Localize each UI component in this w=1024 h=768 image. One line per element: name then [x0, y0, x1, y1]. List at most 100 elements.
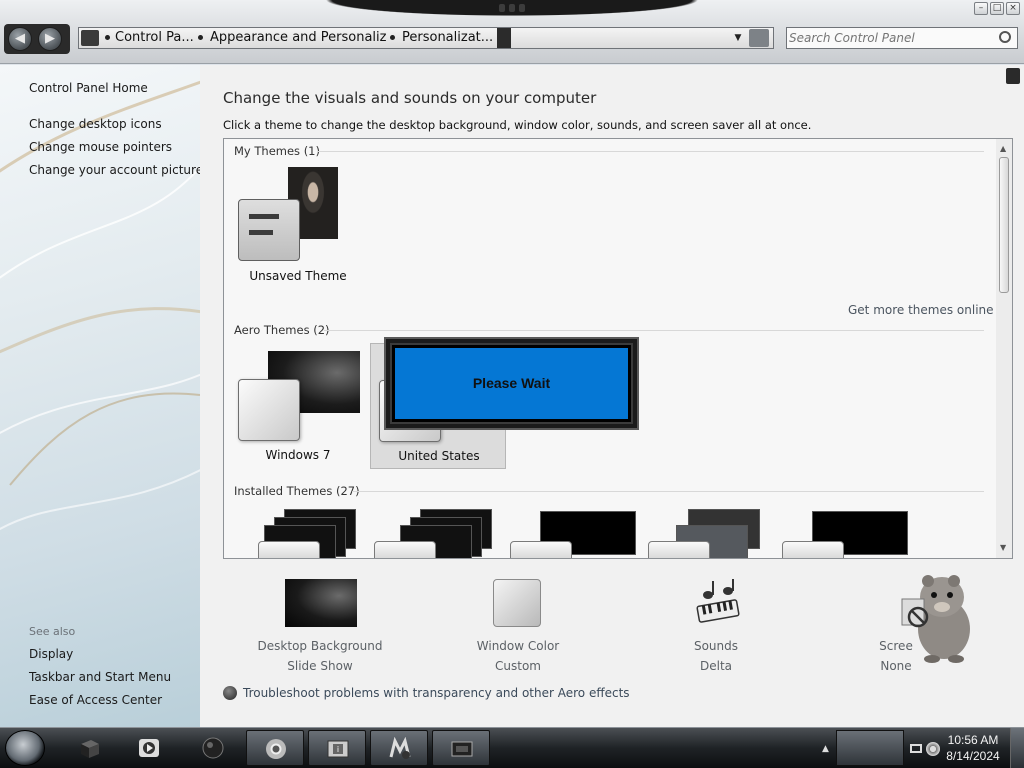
back-button[interactable]: ◀	[8, 27, 32, 51]
desktop-background-label: Desktop Background	[257, 639, 383, 653]
address-bar[interactable]: Control Pa... Appearance and Personaliz.…	[78, 27, 774, 49]
theme-name-united-states: United States	[398, 449, 480, 463]
please-wait-dialog: Please Wait	[384, 337, 639, 430]
installed-theme-tile[interactable]	[510, 509, 636, 558]
breadcrumb-appearance[interactable]: Appearance and Personaliz...	[210, 28, 386, 48]
title-bar-ornament-dots	[495, 4, 529, 14]
theme-name-windows-7: Windows 7	[265, 448, 331, 462]
taskbar-control-panel-button[interactable]	[432, 730, 490, 766]
control-panel-icon	[81, 30, 99, 46]
forward-button[interactable]: ▶	[38, 27, 62, 51]
breadcrumb-separator-icon[interactable]	[390, 35, 395, 40]
please-wait-panel: Please Wait	[390, 343, 633, 424]
group-header-installed-themes: Installed Themes (27)	[234, 484, 360, 498]
scroll-up-button[interactable]: ▲	[1000, 144, 1006, 153]
window-color-value: Custom	[495, 659, 541, 673]
group-header-my-themes: My Themes (1)	[234, 144, 320, 158]
breadcrumb-control-panel[interactable]: Control Pa...	[115, 28, 195, 48]
group-divider	[324, 330, 984, 331]
breadcrumb-separator-icon[interactable]	[198, 35, 203, 40]
screen-saver-setting[interactable]: Scree None	[836, 575, 1016, 675]
desktop-background-setting[interactable]: Desktop Background Slide Show	[250, 575, 390, 675]
sounds-music-icon	[696, 579, 740, 623]
svg-text:i: i	[337, 745, 339, 754]
installed-theme-tile[interactable]	[374, 509, 492, 558]
taskbar-app-button[interactable]: i	[308, 730, 366, 766]
please-wait-message: Please Wait	[472, 375, 551, 391]
browser-icon	[266, 739, 286, 759]
help-icon[interactable]	[1006, 68, 1020, 84]
address-dropdown-button[interactable]: ▼	[731, 30, 745, 46]
show-desktop-button[interactable]	[1010, 728, 1024, 768]
taskbar-app-button[interactable]	[370, 730, 428, 766]
window-preview-icon	[238, 379, 300, 441]
minimize-button[interactable]: –	[974, 2, 988, 15]
installed-theme-tile[interactable]	[244, 509, 356, 558]
desktop-background-thumbnail	[285, 579, 357, 627]
installed-theme-tile[interactable]	[648, 509, 760, 558]
app-orb-icon	[202, 737, 224, 759]
system-tray: ▲	[818, 730, 944, 766]
taskbar: i ▲ 10:56 AM 8/14/2024	[0, 727, 1024, 768]
theme-tile-unsaved[interactable]: Unsaved Theme	[230, 161, 366, 287]
scroll-down-button[interactable]: ▼	[1000, 543, 1006, 552]
sounds-setting[interactable]: Sounds Delta	[646, 575, 786, 675]
breadcrumb-personalization[interactable]: Personalizat...	[402, 28, 494, 48]
search-icon[interactable]	[999, 31, 1011, 43]
nav-control-panel-home[interactable]: Control Panel Home	[29, 81, 148, 95]
search-box[interactable]	[786, 27, 1018, 49]
navigation-buttons: ◀ ▶	[4, 24, 70, 54]
taskbar-browser-button[interactable]	[246, 730, 304, 766]
theme-list-scrollbar[interactable]: ▲ ▼	[996, 139, 1012, 558]
window-color-swatch	[493, 579, 541, 627]
control-panel-icon	[451, 741, 473, 757]
scroll-thumb[interactable]	[999, 157, 1009, 293]
clock-time: 10:56 AM	[947, 733, 999, 747]
taskbar-app-button[interactable]	[120, 730, 178, 766]
group-divider	[318, 151, 984, 152]
close-button[interactable]: ×	[1006, 2, 1020, 15]
troubleshoot-link-text[interactable]: Troubleshoot problems with transparency …	[243, 686, 630, 700]
troubleshoot-aero-link[interactable]: Troubleshoot problems with transparency …	[223, 686, 630, 700]
breadcrumb-end-marker	[497, 28, 511, 48]
window-color-label: Window Color	[476, 639, 560, 653]
navigation-pane: Control Panel Home Change desktop icons …	[0, 65, 200, 727]
app-cube-icon	[81, 740, 99, 758]
page-instructions: Click a theme to change the desktop back…	[223, 118, 812, 132]
search-input[interactable]	[789, 29, 995, 47]
window-color-setting[interactable]: Window Color Custom	[448, 575, 588, 675]
group-header-aero-themes: Aero Themes (2)	[234, 323, 330, 337]
desktop-background-value: Slide Show	[287, 659, 353, 673]
taskbar-clock[interactable]: 10:56 AM 8/14/2024	[944, 732, 1002, 764]
hamster-mascot-icon	[901, 575, 970, 663]
installed-theme-tile[interactable]	[782, 509, 908, 558]
troubleshoot-icon	[223, 686, 237, 700]
nav-change-mouse-pointers[interactable]: Change mouse pointers	[29, 140, 172, 154]
sounds-label: Sounds	[693, 639, 739, 653]
theme-tile-windows-7[interactable]: Windows 7	[230, 343, 366, 469]
volume-icon[interactable]	[926, 742, 940, 756]
network-icon[interactable]	[910, 744, 922, 753]
app-m-logo-icon	[389, 737, 411, 759]
tray-app-icon[interactable]	[836, 730, 904, 766]
group-divider	[352, 491, 984, 492]
window-title-bar: – □ × ◀ ▶ Control Pa... Appearance and P…	[0, 0, 1024, 64]
page-title: Change the visuals and sounds on your co…	[223, 89, 597, 107]
nav-taskbar-start-menu[interactable]: Taskbar and Start Menu	[29, 670, 171, 684]
start-button[interactable]	[5, 730, 45, 766]
theme-name-unsaved: Unsaved Theme	[249, 269, 347, 283]
show-hidden-icons-button[interactable]: ▲	[822, 744, 829, 754]
film-strip-icon: i	[327, 740, 349, 758]
nav-change-desktop-icons[interactable]: Change desktop icons	[29, 117, 162, 131]
get-more-themes-link[interactable]: Get more themes online	[848, 303, 994, 317]
nav-change-account-picture[interactable]: Change your account picture	[29, 163, 200, 177]
breadcrumb-separator-icon[interactable]	[105, 35, 110, 40]
nav-display[interactable]: Display	[29, 647, 73, 661]
taskbar-app-button[interactable]	[184, 730, 242, 766]
nav-ease-of-access-center[interactable]: Ease of Access Center	[29, 693, 162, 707]
clock-date: 8/14/2024	[946, 749, 1000, 763]
see-also-heading: See also	[29, 625, 76, 638]
refresh-icon[interactable]	[749, 29, 769, 47]
taskbar-app-button[interactable]	[60, 730, 118, 766]
maximize-button[interactable]: □	[990, 2, 1004, 15]
